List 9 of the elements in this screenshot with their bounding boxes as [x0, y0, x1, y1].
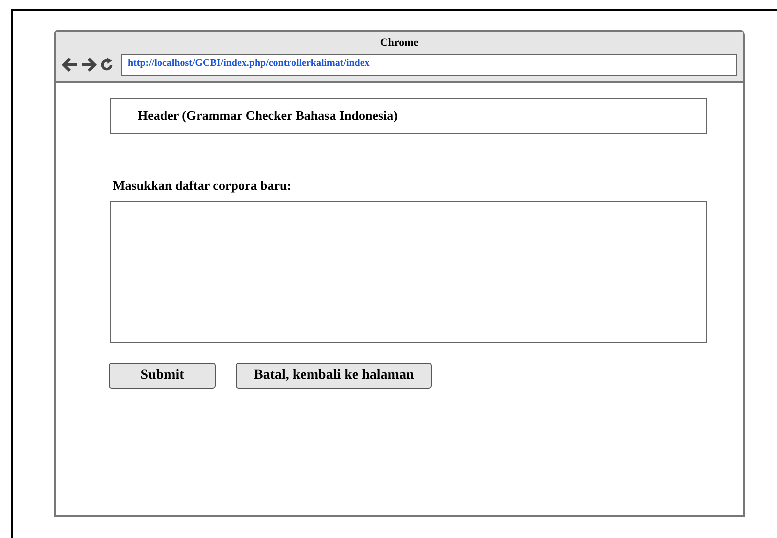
window-title: Chrome: [380, 37, 419, 49]
forward-icon[interactable]: [81, 57, 97, 73]
back-icon[interactable]: [62, 57, 78, 73]
address-field[interactable]: http://localhost/GCBI/index.php/controllerkalimat/index: [121, 54, 737, 76]
reload-icon[interactable]: [100, 58, 114, 72]
cancel-button[interactable]: Batal, kembali ke halaman: [236, 363, 432, 389]
submit-button[interactable]: Submit: [109, 363, 216, 389]
form-label: Masukkan daftar corpora baru:: [113, 178, 293, 194]
header-box: Header (Grammar Checker Bahasa Indonesia): [110, 98, 707, 134]
